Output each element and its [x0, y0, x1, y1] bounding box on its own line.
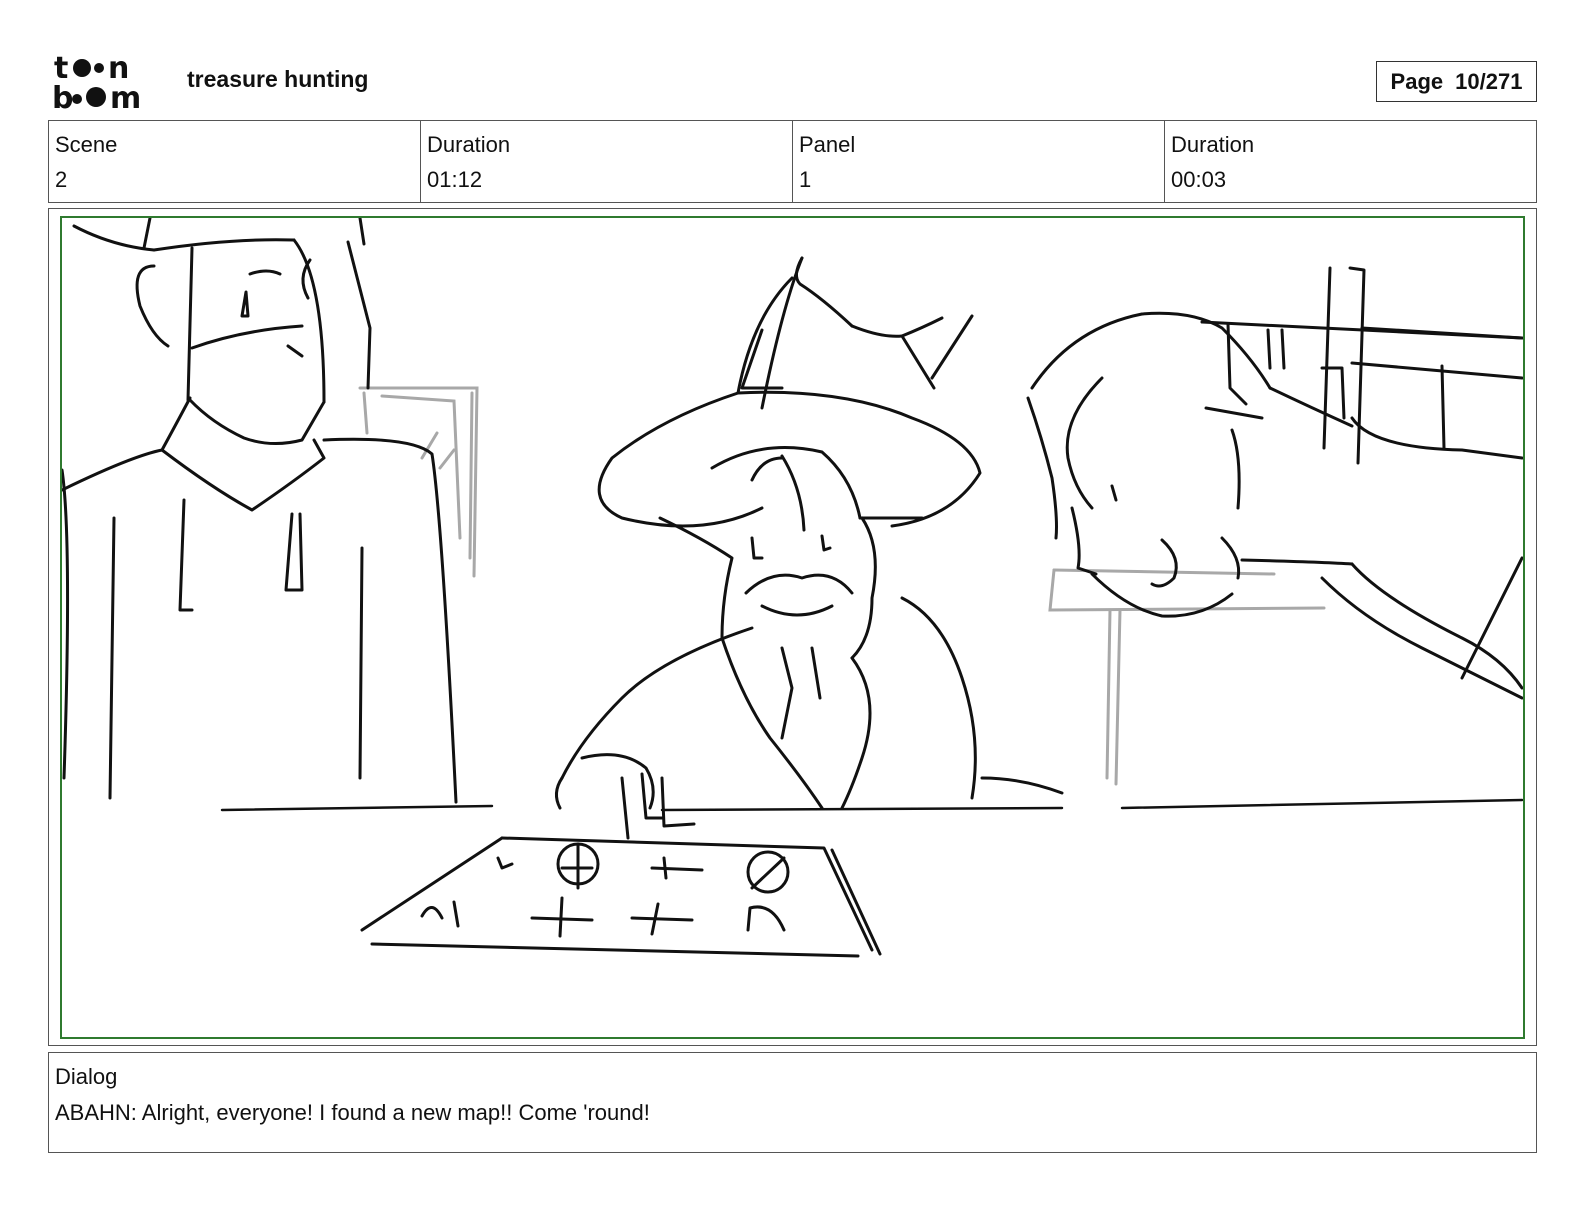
wizard-character-sketch [555, 256, 1064, 840]
scene-info-table: Scene 2 Duration 01:12 Panel 1 Duration … [48, 120, 1537, 203]
left-character-sketch [62, 218, 458, 804]
scene-label: Scene [55, 132, 118, 157]
treasure-map-sketch [360, 836, 882, 958]
scene-cell: Scene 2 [49, 121, 421, 202]
panel-value: 1 [799, 167, 812, 192]
svg-text:m: m [110, 81, 141, 112]
background-table-sketch [1048, 568, 1326, 786]
scene-duration-cell: Duration 01:12 [421, 121, 793, 202]
project-title: treasure hunting [187, 66, 369, 92]
dialog-text: ABAHN: Alright, everyone! I found a new … [55, 1100, 650, 1125]
panel-label: Panel [799, 132, 856, 157]
page-indicator: Page 10/271 [1376, 61, 1537, 102]
storyboard-sketch [62, 218, 1523, 958]
toon-boom-logo: t n b m [52, 51, 164, 116]
panel-duration-label: Duration [1171, 132, 1255, 157]
panel-duration-cell: Duration 00:03 [1165, 121, 1536, 202]
panel-duration-value: 00:03 [1171, 167, 1227, 192]
panel-cell: Panel 1 [793, 121, 1165, 202]
storyboard-safe-area [60, 216, 1525, 1039]
table-edge-sketch [220, 798, 1523, 812]
background-window-sketch [358, 386, 479, 578]
right-character-sketch [1026, 266, 1523, 700]
scene-duration-value: 01:12 [427, 167, 483, 192]
scene-duration-label: Duration [427, 132, 511, 157]
dialog-box: Dialog ABAHN: Alright, everyone! I found… [48, 1052, 1537, 1153]
page-number: 10/271 [1455, 68, 1523, 94]
svg-text:b: b [52, 81, 73, 112]
scene-value: 2 [55, 167, 68, 192]
page-label: Page [1390, 68, 1444, 94]
storyboard-panel-frame [48, 208, 1537, 1046]
dialog-label: Dialog [55, 1064, 118, 1089]
